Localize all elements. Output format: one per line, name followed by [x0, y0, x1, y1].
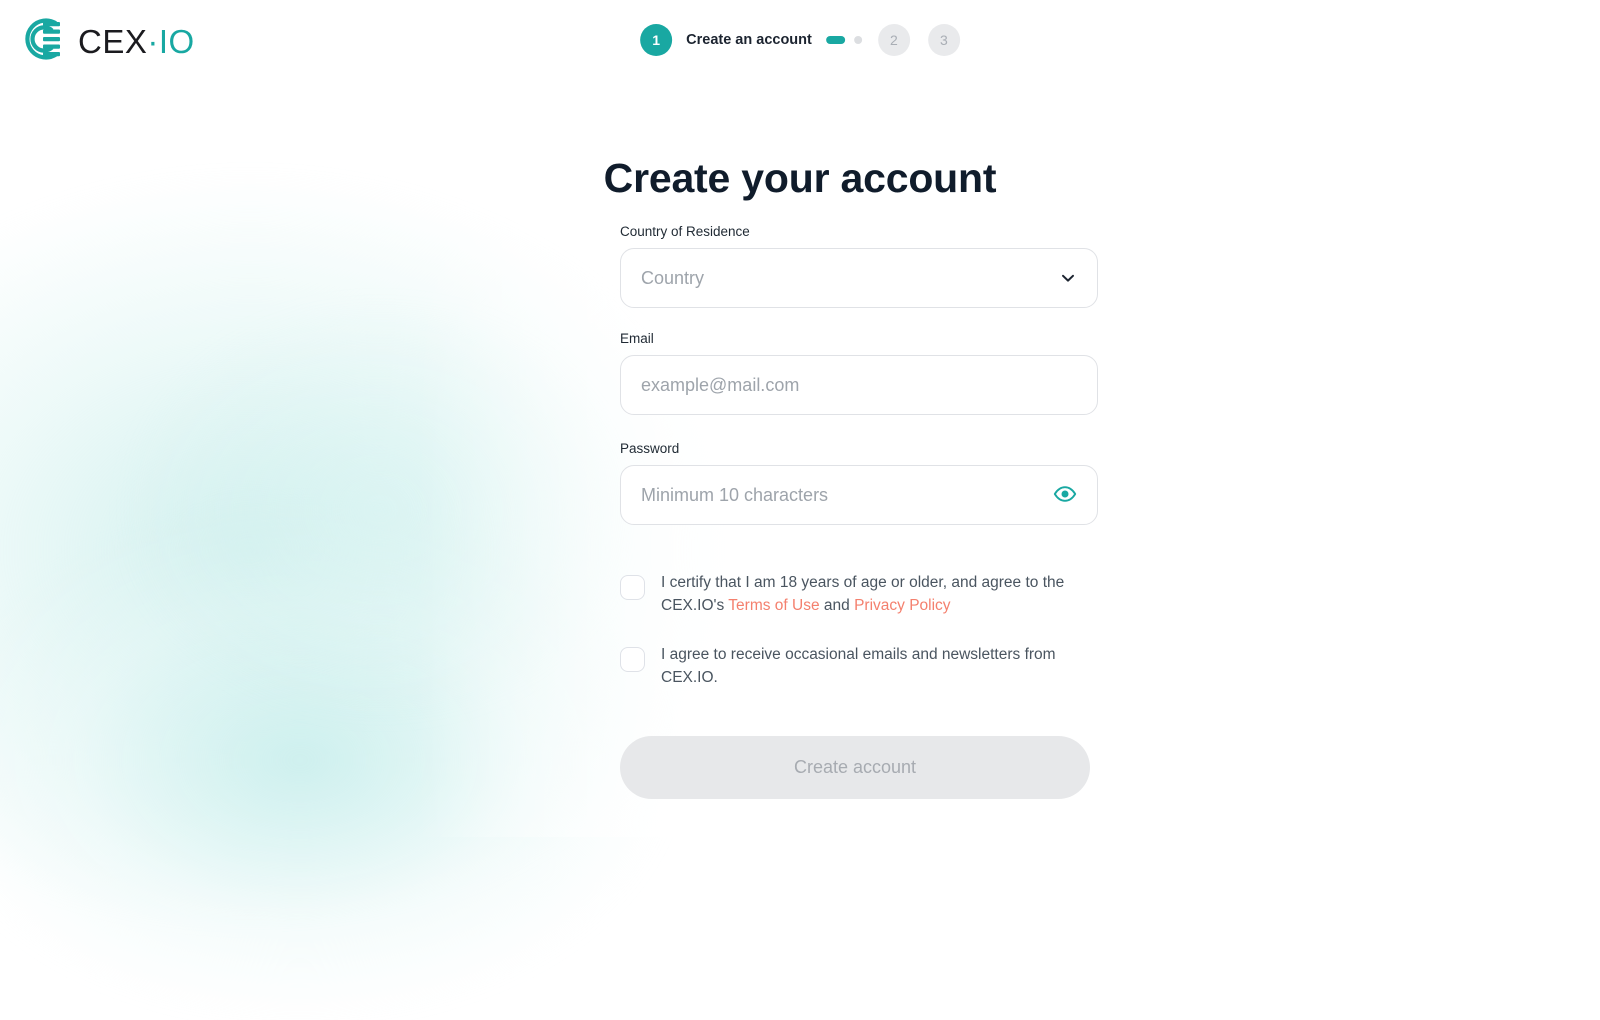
consent-row-newsletter: I agree to receive occasional emails and…: [620, 644, 1098, 690]
signup-main: Create your account Country of Residence…: [0, 0, 1600, 837]
password-input[interactable]: Minimum 10 characters: [641, 485, 1045, 506]
stepper-step-1-number: 1: [652, 32, 661, 48]
toggle-password-visibility-button[interactable]: [1053, 482, 1077, 509]
stepper-connector-pill: [825, 36, 845, 44]
field-spacer: [620, 415, 1098, 441]
stepper-step-1[interactable]: 1: [640, 24, 673, 56]
wordmark-separator: ·: [147, 23, 159, 60]
terms-consent-text-between: and: [819, 596, 855, 614]
brand-wordmark: CEX·IO: [78, 25, 195, 58]
signup-stepper: 1 Create an account 2 3: [640, 24, 960, 56]
email-input[interactable]: example@mail.com: [641, 375, 1077, 396]
stepper-connector-dot: [853, 36, 862, 44]
create-account-button[interactable]: Create account: [620, 735, 1090, 799]
privacy-policy-link[interactable]: Privacy Policy: [854, 597, 950, 614]
email-field: Email example@mail.com: [620, 331, 1098, 415]
password-input-wrap[interactable]: Minimum 10 characters: [620, 465, 1098, 525]
stepper-step-3[interactable]: 3: [927, 24, 960, 56]
email-label: Email: [620, 331, 654, 346]
wordmark-io: IO: [158, 23, 195, 60]
country-field: Country of Residence Country: [620, 224, 1098, 308]
stepper-step-2[interactable]: 2: [877, 24, 910, 56]
country-select[interactable]: Country: [620, 248, 1098, 308]
terms-of-use-link[interactable]: Terms of Use: [728, 597, 819, 614]
stepper-step-1-label: Create an account: [686, 32, 812, 48]
stepper-step-3-number: 3: [939, 32, 948, 48]
page-title: Create your account: [603, 155, 997, 202]
newsletter-consent-text: I agree to receive occasional emails and…: [661, 645, 1056, 686]
password-label: Password: [620, 441, 680, 456]
consent-group: I certify that I am 18 years of age or o…: [620, 572, 1098, 690]
stepper-connector: [825, 36, 862, 44]
password-field: Password Minimum 10 characters: [620, 441, 1098, 525]
terms-checkbox[interactable]: [620, 575, 645, 600]
stepper-step-2-number: 2: [889, 32, 898, 48]
chevron-down-icon: [1059, 269, 1077, 287]
page-header: CEX·IO 1 Create an account 2 3: [0, 0, 1600, 80]
eye-icon: [1053, 482, 1077, 509]
cex-logo-mark-icon: [16, 14, 66, 69]
signup-form: Country of Residence Country Email examp…: [620, 224, 1098, 799]
wordmark-cex: CEX: [78, 23, 148, 60]
brand-logo[interactable]: CEX·IO: [16, 14, 195, 69]
field-spacer: [620, 308, 1098, 331]
country-select-value: Country: [641, 267, 705, 288]
email-input-wrap[interactable]: example@mail.com: [620, 355, 1098, 415]
newsletter-checkbox[interactable]: [620, 646, 645, 672]
country-label: Country of Residence: [620, 224, 750, 239]
terms-consent-text: I certify that I am 18 years of age or o…: [661, 572, 1091, 618]
consent-row-terms: I certify that I am 18 years of age or o…: [620, 572, 1098, 618]
